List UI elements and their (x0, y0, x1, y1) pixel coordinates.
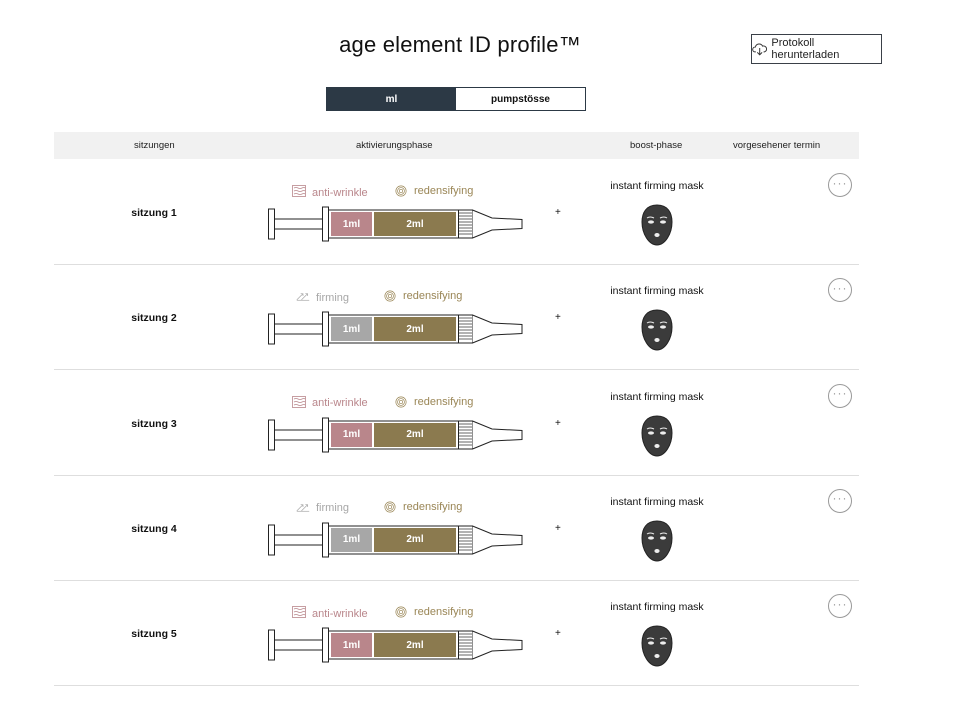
product-a-name: anti-wrinkle (312, 186, 368, 199)
concentric-circles-icon (395, 606, 407, 618)
product-b-name: redensifying (403, 500, 463, 513)
table-row: sitzung 3 anti-wrinkle redensifying 1ml … (54, 371, 859, 476)
face-mask-icon (641, 625, 673, 667)
download-protocol-label: Protokoll herunterladen (771, 37, 840, 61)
more-options-button[interactable]: ··· (828, 278, 852, 303)
plus-sign: + (555, 417, 561, 429)
product-a-name: anti-wrinkle (312, 397, 368, 410)
download-protocol-button[interactable]: Protokoll herunterladen (751, 34, 882, 64)
dose-a: 1ml (342, 218, 361, 230)
product-a-name: firming (316, 502, 350, 515)
concentric-circles-icon (384, 501, 396, 513)
dose-b: 2ml (406, 323, 424, 335)
syringe: 1ml 2ml (268, 309, 524, 349)
product-b-label: redensifying (383, 501, 462, 513)
product-b-label: redensifying (383, 290, 462, 302)
dose-a: 1ml (342, 429, 361, 441)
face-mask-icon (641, 309, 673, 351)
dose-b: 2ml (406, 534, 424, 546)
product-a-label: firming (296, 501, 349, 516)
product-b-name: redensifying (414, 395, 474, 408)
table-row: sitzung 4 firming redensifying 1ml 2ml +… (54, 476, 859, 581)
dose-a: 1ml (342, 534, 361, 546)
dose-b: 2ml (406, 639, 424, 651)
boost-product: instant firming mask (610, 180, 704, 192)
boost-product: instant firming mask (610, 390, 704, 403)
session-label: sitzung 5 (131, 628, 177, 641)
more-options-button[interactable]: ··· (828, 383, 852, 408)
more-options-button[interactable]: ··· (828, 594, 852, 619)
product-a-label: anti-wrinkle (292, 185, 368, 200)
concentric-circles-icon (384, 290, 396, 302)
syringe: 1ml 2ml (268, 625, 524, 665)
product-b-name: redensifying (414, 185, 474, 197)
toggle-ml[interactable]: ml (327, 88, 456, 110)
column-boost: boost-phase (630, 140, 683, 151)
waves-icon (292, 395, 306, 408)
product-a-name: firming (316, 291, 350, 304)
plus-sign: + (555, 522, 561, 534)
plus-sign: + (555, 628, 561, 640)
session-label: sitzung 3 (131, 417, 177, 430)
face-mask-icon (641, 520, 673, 562)
boost-product: instant firming mask (610, 285, 704, 298)
table-row: sitzung 5 anti-wrinkle redensifying 1ml … (54, 581, 859, 687)
syringe: 1ml 2ml (268, 520, 524, 560)
table-row: sitzung 2 firming redensifying 1ml 2ml +… (54, 265, 859, 371)
waves-icon (292, 606, 306, 619)
column-appointment: vorgesehener termin (733, 140, 821, 151)
product-a-name: anti-wrinkle (312, 607, 368, 620)
column-sessions: sitzungen (134, 140, 175, 151)
table-row: sitzung 1 anti-wrinkle redensifying 1ml … (54, 160, 859, 265)
dose-a: 1ml (342, 323, 361, 335)
more-options-button[interactable]: ··· (828, 488, 852, 513)
dose-b: 2ml (406, 429, 424, 441)
syringe: 1ml 2ml (268, 415, 524, 455)
session-label: sitzung 4 (131, 522, 177, 535)
dose-b: 2ml (406, 218, 424, 230)
toggle-pumpstoesse[interactable]: pumpstösse (456, 88, 585, 110)
product-b-name: redensifying (414, 606, 474, 619)
product-b-name: redensifying (403, 290, 463, 303)
more-options-button[interactable]: ··· (828, 173, 852, 197)
session-label: sitzung 1 (131, 207, 177, 219)
arrows-up-icon (296, 504, 310, 512)
arrows-up-icon (296, 293, 310, 301)
table-header: sitzungen aktivierungsphase boost-phase … (54, 132, 859, 159)
product-b-label: redensifying (394, 396, 473, 408)
plus-sign: + (555, 312, 561, 324)
unit-toggle[interactable]: ml pumpstösse (326, 87, 586, 111)
dose-a: 1ml (342, 639, 361, 651)
syringe: 1ml 2ml (268, 204, 524, 244)
product-b-label: redensifying (394, 185, 473, 197)
concentric-circles-icon (395, 185, 407, 197)
product-a-label: anti-wrinkle (292, 395, 368, 411)
face-mask-icon (641, 415, 673, 457)
waves-icon (292, 185, 306, 197)
column-activation: aktivierungsphase (356, 140, 433, 151)
cloud-download-icon (752, 43, 768, 56)
face-mask-icon (641, 204, 673, 246)
boost-product: instant firming mask (610, 601, 704, 614)
plus-sign: + (555, 207, 561, 218)
product-a-label: firming (296, 290, 349, 305)
session-label: sitzung 2 (131, 312, 177, 325)
product-b-label: redensifying (394, 606, 473, 618)
product-a-label: anti-wrinkle (292, 606, 368, 621)
concentric-circles-icon (395, 396, 407, 408)
boost-product: instant firming mask (610, 495, 704, 508)
